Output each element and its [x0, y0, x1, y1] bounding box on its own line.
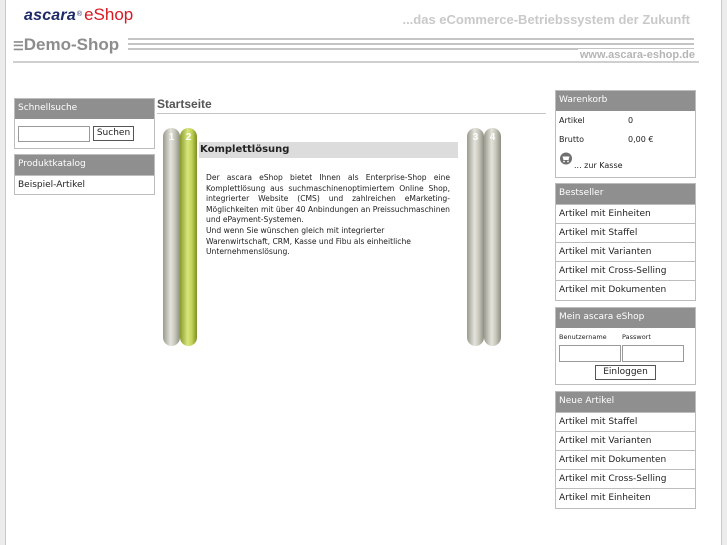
content-paragraph-1: Der ascara eShop bietet Ihnen als Enterp…: [206, 173, 450, 225]
pillar-tab-4-label: 4: [489, 132, 496, 143]
catalog-title: Produktkatalog: [15, 155, 154, 175]
bestseller-title: Bestseller: [556, 184, 695, 204]
content-text: Der ascara eShop bietet Ihnen als Enterp…: [206, 173, 450, 258]
new-articles-box: Neue Artikel Artikel mit Staffel Artikel…: [555, 391, 696, 509]
shop-url[interactable]: www.ascara-eshop.de: [577, 49, 697, 61]
cart-gross-label: Brutto: [559, 135, 585, 144]
login-button[interactable]: Einloggen: [595, 365, 656, 380]
cart-articles-label: Artikel: [559, 116, 585, 125]
new-article-item[interactable]: Artikel mit Varianten: [556, 431, 695, 450]
bestseller-item[interactable]: Artikel mit Dokumenten: [556, 280, 695, 299]
pillar-tab-1-label: 1: [168, 132, 175, 143]
logo-registered-mark: ®: [76, 11, 83, 18]
password-label: Passwort: [622, 333, 651, 341]
catalog-box: Produktkatalog Beispiel-Artikel: [14, 154, 155, 195]
pillar-tab-2-label: 2: [185, 132, 192, 143]
header-divider: [13, 61, 699, 63]
new-article-item[interactable]: Artikel mit Cross-Selling: [556, 469, 695, 488]
pillar-tab-4[interactable]: 4: [484, 128, 501, 346]
cart-articles-value: 0: [628, 116, 634, 125]
logo-brand: ascara: [24, 7, 76, 24]
quicksearch-box: Schnellsuche Suchen: [14, 98, 155, 149]
page-margin-right: [722, 0, 727, 545]
username-input[interactable]: [559, 345, 621, 362]
pillar-tab-3[interactable]: 3: [467, 128, 484, 346]
password-input[interactable]: [622, 345, 684, 362]
pillar-tab-2[interactable]: 2: [180, 128, 197, 346]
logo-eshop: eShop: [84, 5, 134, 24]
cart-box: Warenkorb Artikel 0 Brutto 0,00 € ... zu…: [555, 90, 696, 178]
pillar-tab-3-label: 3: [472, 132, 479, 143]
content-paragraph-2: Und wenn Sie wünschen gleich mit integri…: [206, 225, 411, 257]
new-article-item[interactable]: Artikel mit Einheiten: [556, 488, 695, 507]
shop-name-text: Demo-Shop: [23, 35, 120, 54]
cart-title: Warenkorb: [556, 91, 695, 111]
tagline: ...das eCommerce-Betriebssystem der Zuku…: [402, 12, 690, 27]
catalog-item-beispiel-artikel[interactable]: Beispiel-Artikel: [15, 175, 154, 194]
bestseller-item[interactable]: Artikel mit Varianten: [556, 242, 695, 261]
search-input[interactable]: [18, 126, 90, 142]
logo[interactable]: ascara® eShop: [24, 5, 133, 25]
bestseller-item[interactable]: Artikel mit Einheiten: [556, 204, 695, 223]
new-articles-title: Neue Artikel: [556, 392, 695, 412]
new-article-item[interactable]: Artikel mit Staffel: [556, 412, 695, 431]
login-title: Mein ascara eShop: [556, 308, 695, 328]
bestseller-item[interactable]: Artikel mit Cross-Selling: [556, 261, 695, 280]
username-label: Benutzername: [559, 333, 607, 341]
checkout-link[interactable]: ... zur Kasse: [574, 161, 623, 170]
cart-gross-value: 0,00 €: [628, 135, 654, 144]
bestseller-box: Bestseller Artikel mit Einheiten Artikel…: [555, 183, 696, 301]
title-divider: [157, 113, 546, 114]
quicksearch-title: Schnellsuche: [15, 99, 154, 119]
new-article-item[interactable]: Artikel mit Dokumenten: [556, 450, 695, 469]
login-box: Mein ascara eShop Benutzername Passwort …: [555, 307, 696, 385]
content-heading: Komplettlösung: [199, 142, 458, 158]
search-button[interactable]: Suchen: [93, 126, 134, 141]
bestseller-item[interactable]: Artikel mit Staffel: [556, 223, 695, 242]
shop-name-dash-icon: ☰: [13, 39, 24, 53]
shop-name: ☰Demo-Shop: [13, 35, 119, 55]
checkout-icon[interactable]: [559, 152, 573, 167]
pillar-tab-1[interactable]: 1: [163, 128, 180, 346]
page-title: Startseite: [157, 97, 212, 111]
